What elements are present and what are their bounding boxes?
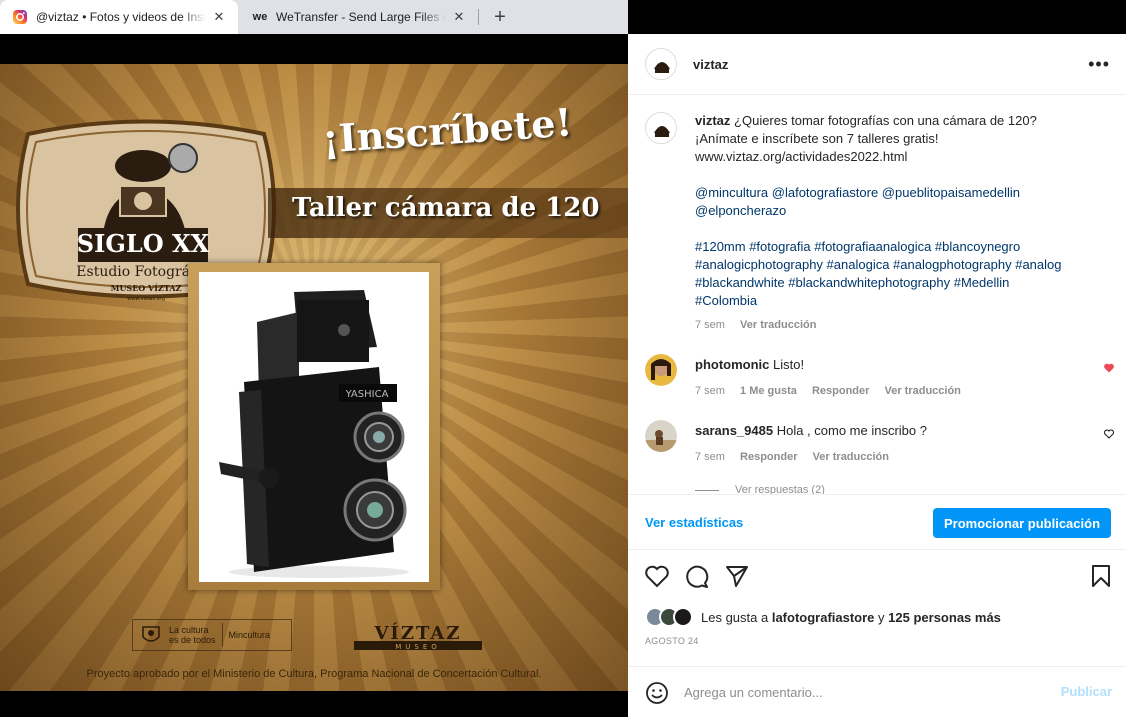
caption-hashtags[interactable]: #blackandwhite #blackandwhitephotography… — [695, 274, 1105, 292]
post-subheadline: Taller cámara de 120 — [292, 193, 600, 223]
comment-input[interactable]: Agrega un comentario... — [684, 685, 823, 700]
caption-hashtags[interactable]: #120mm #fotografia #fotografiaanalogica … — [695, 238, 1105, 256]
viztaz-museo-logo: VÍZTAZ MUSEO — [354, 621, 482, 651]
likes-summary: Les gusta a lafotografiastore y 125 pers… — [645, 606, 1001, 628]
caption-username[interactable]: viztaz — [695, 113, 730, 128]
comment-text: Listo! — [773, 357, 805, 372]
tab-wetransfer[interactable]: we WeTransfer - Send Large Files & Share… — [240, 0, 478, 34]
tab-instagram[interactable]: @viztaz • Fotos y videos de Instagram ✕ — [0, 0, 238, 34]
insights-bar: Ver estadísticas Promocionar publicación — [628, 494, 1126, 550]
svg-text:MUSEO: MUSEO — [395, 643, 441, 651]
media-letterbox-top — [0, 34, 628, 64]
liker-username[interactable]: lafotografiastore — [772, 610, 875, 625]
camera-icon: YASHICA — [219, 290, 409, 578]
post-author-username[interactable]: viztaz — [693, 57, 728, 72]
camera-photo: YASHICA — [199, 272, 429, 582]
caption-mentions[interactable]: @mincultura @lafotografiastore @pueblito… — [695, 184, 1105, 202]
likes-others-link[interactable]: 125 personas más — [888, 610, 1001, 625]
post-image-footer-text: Proyecto aprobado por el Ministerio de C… — [86, 668, 542, 680]
comment-username[interactable]: photomonic — [695, 357, 769, 372]
browser-tab-strip: @viztaz • Fotos y videos de Instagram ✕ … — [0, 0, 628, 34]
view-replies-link[interactable]: Ver respuestas (2) — [695, 484, 825, 494]
post-actions — [628, 560, 1126, 592]
bookmark-icon[interactable] — [1090, 564, 1112, 588]
tab-title: WeTransfer - Send Large Files & Share — [276, 10, 446, 24]
caption-hashtags[interactable]: #analogicphotography #analogica #analogp… — [695, 256, 1105, 274]
likes-connector: y — [878, 609, 885, 625]
share-icon[interactable] — [724, 564, 750, 588]
comment-text: Hola , como me inscribo ? — [776, 423, 927, 438]
comments-scroll-area[interactable]: viztaz ¿Quieres tomar fotografías con un… — [628, 96, 1126, 494]
translate-link[interactable]: Ver traducción — [884, 385, 960, 397]
comment-icon[interactable] — [684, 564, 710, 588]
post-headline: ¡Inscríbete! — [320, 99, 574, 162]
caption-mentions[interactable]: @elponcherazo — [695, 202, 1105, 220]
caption-translate-link[interactable]: Ver traducción — [740, 319, 816, 331]
comment-likes[interactable]: 1 Me gusta — [740, 385, 797, 397]
post-image[interactable]: SIGLO XX Estudio Fotográfico MUSEO VÍZTA… — [0, 64, 628, 691]
media-letterbox-bottom — [0, 691, 628, 717]
mincultura-logo: La cultura es de todos Mincultura — [132, 619, 292, 651]
reply-button[interactable]: Responder — [740, 451, 797, 463]
wetransfer-icon: we — [252, 11, 268, 23]
avatar[interactable] — [645, 48, 677, 80]
close-icon[interactable]: ✕ — [450, 8, 468, 26]
caption-link: www.viztaz.org/actividades2022.html — [695, 149, 908, 164]
more-options-icon[interactable]: ••• — [1088, 54, 1110, 75]
instagram-icon — [12, 9, 28, 25]
post-date[interactable]: AGOSTO 24 — [645, 636, 699, 646]
post-header: viztaz ••• — [628, 34, 1126, 95]
tab-title: @viztaz • Fotos y videos de Instagram — [36, 10, 206, 24]
heart-filled-icon[interactable] — [1103, 362, 1115, 374]
comment-timestamp[interactable]: 7 sem — [695, 385, 725, 397]
comment-timestamp[interactable]: 7 sem — [695, 451, 725, 463]
svg-text:SIGLO XX: SIGLO XX — [77, 229, 210, 258]
new-tab-button[interactable]: + — [488, 6, 512, 28]
caption-hashtags[interactable]: #Colombia — [695, 292, 1105, 310]
heart-outline-icon[interactable] — [1103, 428, 1115, 440]
promote-post-button[interactable]: Promocionar publicación — [933, 508, 1111, 538]
avatar[interactable] — [645, 112, 677, 144]
reply-button[interactable]: Responder — [812, 385, 869, 397]
view-insights-link[interactable]: Ver estadísticas — [645, 515, 743, 530]
emoji-icon[interactable] — [645, 681, 669, 705]
view-replies-label: Ver respuestas (2) — [735, 484, 825, 494]
close-icon[interactable]: ✕ — [210, 8, 228, 26]
comment-username[interactable]: sarans_9485 — [695, 423, 773, 438]
svg-text:YASHICA: YASHICA — [345, 389, 389, 400]
svg-text:MUSEO VÍZTAZ: MUSEO VÍZTAZ — [111, 283, 182, 293]
svg-text:www.viztaz.org: www.viztaz.org — [127, 296, 165, 302]
coat-of-arms-icon — [142, 626, 160, 642]
avatar[interactable] — [673, 607, 693, 627]
add-comment-bar: Agrega un comentario... Publicar — [628, 666, 1126, 717]
caption-text: ¿Quieres tomar fotografías con una cámar… — [734, 113, 1037, 128]
caption-text: ¡Anímate e inscríbete son 7 talleres gra… — [695, 131, 939, 146]
publish-button[interactable]: Publicar — [1061, 684, 1112, 699]
avatar[interactable] — [645, 354, 677, 386]
post-detail-panel: viztaz ••• viztaz ¿Quieres tomar fotogra… — [628, 34, 1126, 717]
translate-link[interactable]: Ver traducción — [813, 451, 889, 463]
caption-timestamp[interactable]: 7 sem — [695, 319, 725, 331]
svg-text:VÍZTAZ: VÍZTAZ — [373, 621, 461, 644]
like-icon[interactable] — [644, 564, 670, 588]
tab-divider — [478, 9, 479, 25]
replies-line — [695, 489, 719, 491]
avatar[interactable] — [645, 420, 677, 452]
likes-prefix: Les gusta a — [701, 609, 769, 625]
camera-photo-frame: YASHICA — [188, 263, 440, 590]
